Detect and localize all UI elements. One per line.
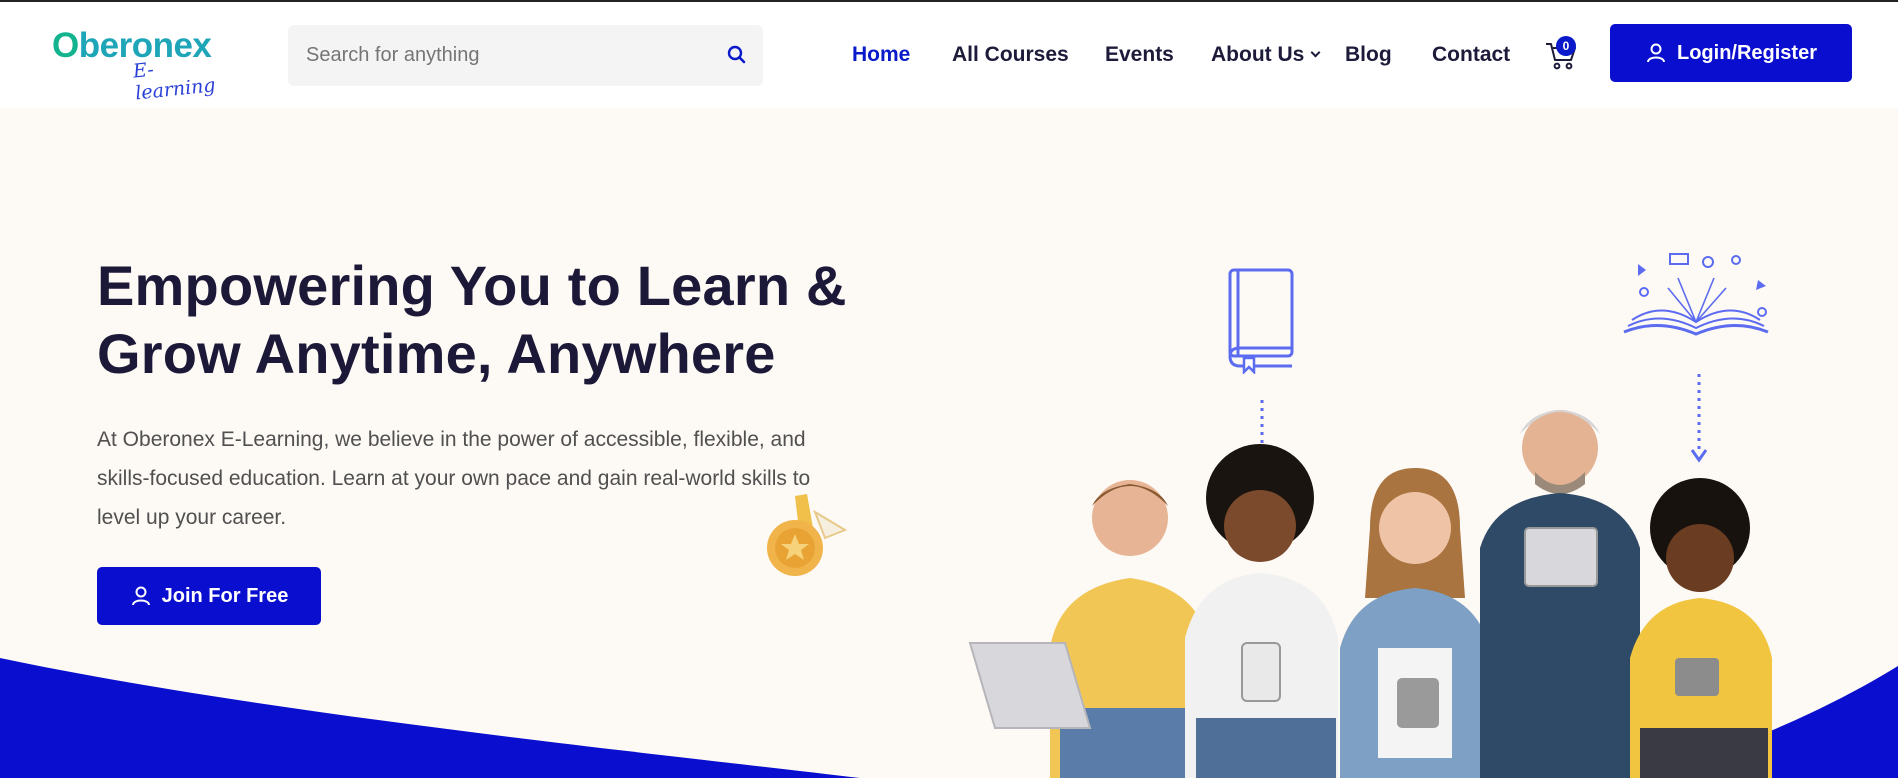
nav-about-us[interactable]: About Us [1211, 38, 1321, 72]
login-register-label: Login/Register [1676, 41, 1817, 64]
search-icon[interactable] [725, 43, 749, 67]
user-icon [1646, 43, 1665, 63]
student-figure [968, 480, 1210, 778]
medal-icon [767, 494, 848, 576]
site-logo[interactable]: Oberonex E-learning [52, 26, 222, 104]
hero-title: Empowering You to Learn & Grow Anytime, … [97, 252, 877, 388]
search-input[interactable] [306, 25, 706, 86]
join-for-free-button[interactable]: Join For Free [97, 567, 321, 625]
nav-all-courses[interactable]: All Courses [952, 38, 1069, 72]
students-photo [968, 410, 1772, 778]
site-header: Oberonex E-learning Home All Courses Eve… [0, 2, 1898, 108]
chevron-down-icon [1310, 47, 1321, 58]
hero-section: Empowering You to Learn & Grow Anytime, … [0, 108, 1898, 778]
student-figure [1480, 410, 1640, 778]
logo-tagline: E-learning [131, 58, 217, 105]
login-register-button[interactable]: Login/Register [1610, 24, 1852, 82]
nav-events[interactable]: Events [1105, 38, 1174, 72]
hero-description: At Oberonex E-Learning, we believe in th… [97, 428, 811, 529]
student-figure [1630, 478, 1772, 778]
hero-title-line-2: Grow Anytime, Anywhere [97, 322, 776, 385]
user-icon [131, 586, 150, 606]
book-icon [1228, 268, 1294, 374]
student-figure [1185, 444, 1338, 778]
open-book-icon [1623, 253, 1769, 336]
hero-title-line-1: Empowering You to Learn & [97, 254, 847, 317]
nav-blog[interactable]: Blog [1345, 38, 1392, 72]
nav-contact[interactable]: Contact [1432, 38, 1510, 72]
search-bar [288, 25, 763, 86]
nav-about-us-label: About Us [1211, 43, 1305, 66]
cart-count-badge: 0 [1556, 36, 1576, 56]
student-figure [1340, 468, 1490, 778]
nav-home[interactable]: Home [852, 38, 910, 72]
join-for-free-label: Join For Free [161, 584, 289, 607]
